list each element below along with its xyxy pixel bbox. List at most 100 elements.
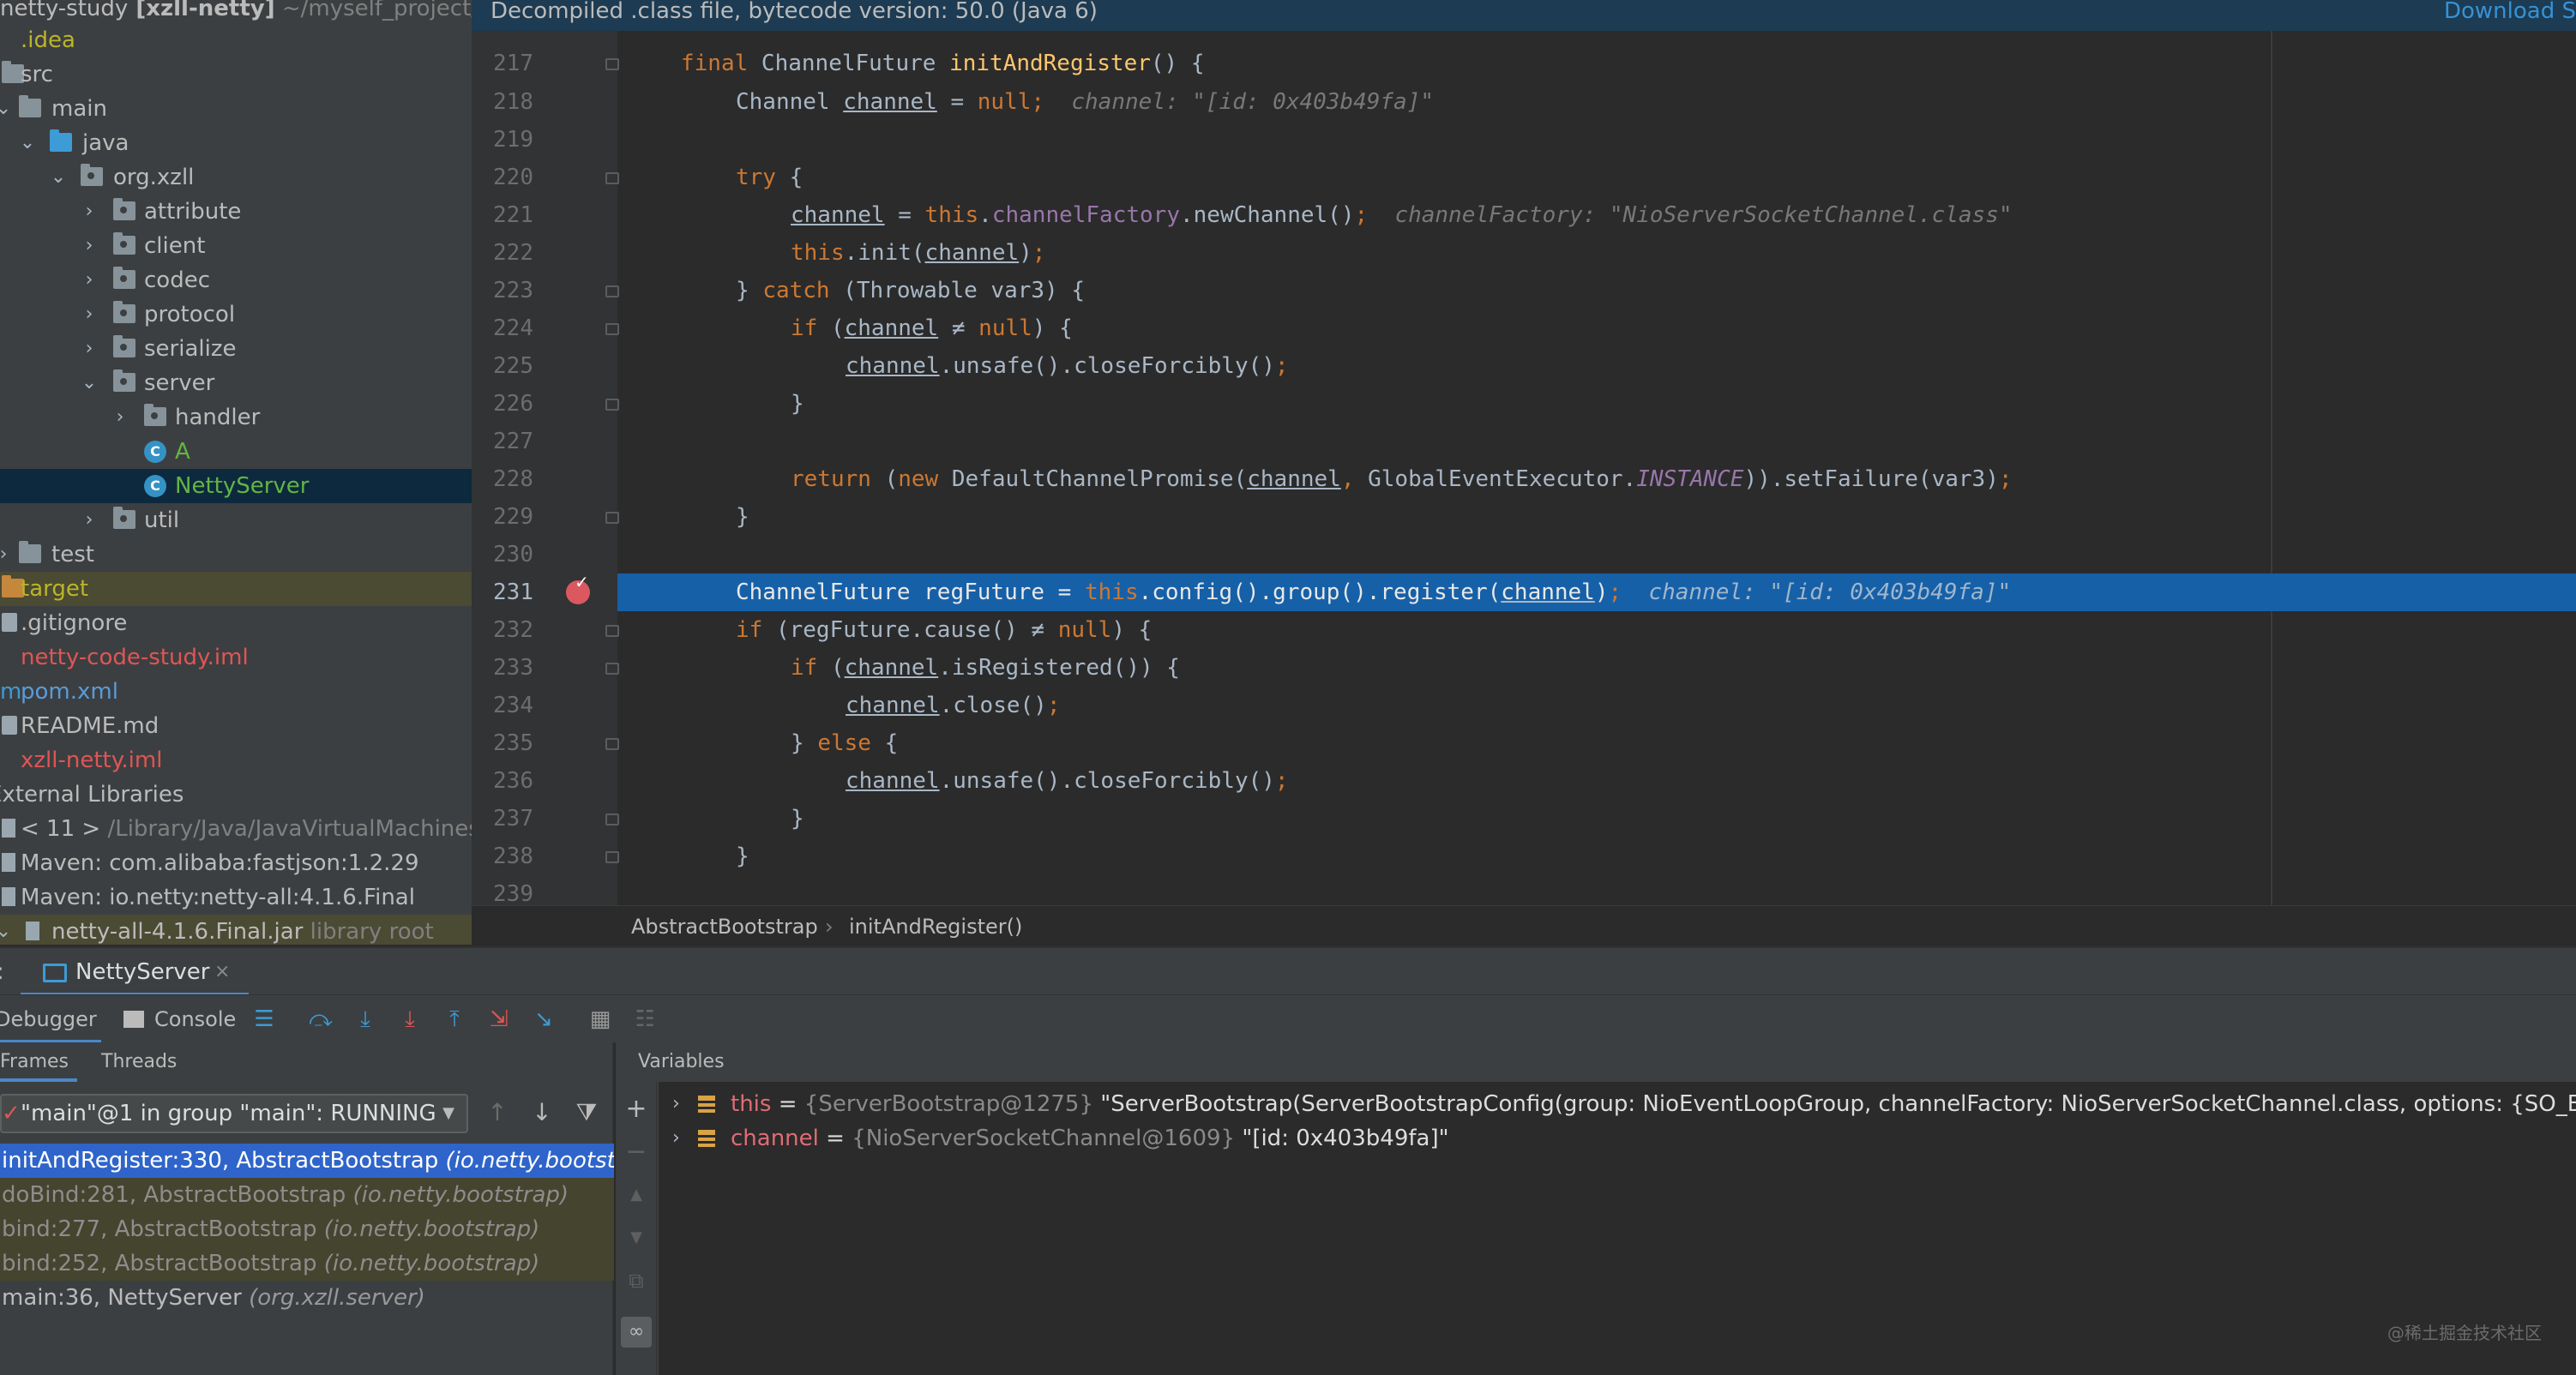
banner-text: Decompiled .class file, bytecode version…	[491, 0, 1098, 24]
tree-item-class-a[interactable]: C A	[0, 435, 472, 469]
variable-row[interactable]: › this = {ServerBootstrap@1275} "ServerB…	[659, 1087, 2576, 1121]
code-line: Channel channel = null; channel: "[id: 0…	[736, 89, 1435, 115]
drop-frame-icon[interactable]: ⇲	[484, 1004, 515, 1035]
gutter-line: 235	[472, 724, 619, 762]
tab-debugger[interactable]: Debugger	[0, 995, 101, 1043]
gutter-line: 219	[493, 127, 533, 153]
move-down-icon[interactable]: ▼	[621, 1222, 652, 1253]
gutter-line: 224	[472, 309, 619, 347]
tree-item-main[interactable]: ⌄ main	[0, 92, 472, 126]
filter-icon[interactable]: ⧩	[569, 1096, 604, 1130]
code-line: }	[736, 504, 749, 530]
chevron-right-icon[interactable]: ›	[81, 263, 98, 297]
layout-menu-icon[interactable]: ☰	[249, 1004, 280, 1035]
code-line: } else {	[791, 730, 899, 756]
tree-item-test[interactable]: › test	[0, 537, 472, 572]
class-icon: C	[144, 441, 166, 463]
close-icon[interactable]: ×	[214, 948, 230, 996]
tree-item-codec[interactable]: › codec	[0, 263, 472, 297]
tree-item-util[interactable]: › util	[0, 503, 472, 537]
chevron-right-icon[interactable]: ›	[672, 1087, 680, 1121]
tree-item-gitignore[interactable]: .gitignore	[0, 606, 472, 640]
tree-item-org-xzll[interactable]: ⌄ org.xzll	[0, 160, 472, 195]
gutter-line: 236	[493, 768, 533, 794]
gutter-line: 226	[472, 385, 619, 423]
stack-frame[interactable]: initAndRegister:330, AbstractBootstrap (…	[0, 1144, 614, 1178]
stack-frame[interactable]: bind:277, AbstractBootstrap (io.netty.bo…	[0, 1212, 614, 1246]
breadcrumb-class[interactable]: AbstractBootstrap	[631, 906, 818, 947]
stack-frame[interactable]: main:36, NettyServer (org.xzll.server)	[0, 1281, 614, 1315]
tree-item-external-libraries[interactable]: External Libraries	[0, 778, 472, 812]
evaluate-expression-icon[interactable]: ▦	[585, 1004, 616, 1035]
chevron-right-icon[interactable]: ›	[81, 297, 98, 332]
tree-item-readme[interactable]: README.md	[0, 709, 472, 743]
tree-item-xzll-netty-iml[interactable]: xzll-netty.iml	[0, 743, 472, 778]
step-out-icon[interactable]: ⤒	[439, 1004, 470, 1035]
chevron-right-icon[interactable]: ›	[0, 537, 12, 572]
copy-icon[interactable]: ⧉	[621, 1265, 652, 1296]
chevron-right-icon[interactable]: ›	[81, 229, 98, 263]
tree-item-netty-all[interactable]: Maven: io.netty:netty-all:4.1.6.Final	[0, 880, 472, 915]
code-line: try {	[736, 165, 803, 190]
variable-row[interactable]: › channel = {NioServerSocketChannel@1609…	[659, 1121, 2576, 1156]
tree-item-server[interactable]: ⌄ server	[0, 366, 472, 400]
tree-item-java[interactable]: ⌄ java	[0, 126, 472, 160]
chevron-down-icon[interactable]: ⌄	[0, 915, 12, 945]
code-line: }	[736, 844, 749, 869]
tree-item-handler[interactable]: › handler	[0, 400, 472, 435]
run-to-cursor-icon[interactable]: ↘	[528, 1004, 559, 1035]
tree-item-src[interactable]: src	[0, 57, 472, 92]
watermark: @稀土掘金技术社区	[2387, 1323, 2542, 1343]
gutter-line: 217	[472, 45, 619, 82]
step-over-icon[interactable]: ⤼	[305, 1004, 336, 1035]
chevron-right-icon[interactable]: ›	[81, 195, 98, 229]
chevron-down-icon[interactable]: ⌄	[81, 366, 98, 400]
gutter-line-current: 231	[472, 572, 617, 611]
code-line: }	[791, 391, 804, 417]
breadcrumb-method[interactable]: initAndRegister()	[849, 906, 1022, 947]
chevron-down-icon[interactable]: ⌄	[50, 160, 67, 195]
remove-watch-icon[interactable]: −	[621, 1137, 652, 1168]
tree-item-jdk[interactable]: < 11 > /Library/Java/JavaVirtualMachines…	[0, 812, 472, 846]
tab-threads[interactable]: Threads	[101, 1042, 177, 1082]
step-into-icon[interactable]: ⤓	[350, 1004, 381, 1035]
thread-selector[interactable]: ✓ "main"@1 in group "main": RUNNING ▼	[0, 1094, 468, 1133]
tree-item-pom-xml[interactable]: m pom.xml	[0, 675, 472, 709]
show-watches-icon[interactable]: ∞	[621, 1317, 652, 1348]
tree-item-netty-jar[interactable]: ⌄ netty-all-4.1.6.Final.jar library root	[0, 915, 472, 945]
tree-item-idea[interactable]: .idea	[0, 23, 472, 57]
download-sources-link[interactable]: Download S	[2444, 0, 2576, 22]
force-step-into-icon[interactable]: ⤓	[394, 1004, 425, 1035]
tree-item-protocol[interactable]: › protocol	[0, 297, 472, 332]
tree-item-project-root[interactable]: netty-study [xzll-netty] ~/myself_projec…	[0, 0, 472, 26]
chevron-right-icon[interactable]: ›	[111, 400, 129, 435]
tree-item-netty-code-study-iml[interactable]: netty-code-study.iml	[0, 640, 472, 675]
tree-item-client[interactable]: › client	[0, 229, 472, 263]
package-icon	[81, 164, 103, 186]
add-watch-icon[interactable]: +	[621, 1094, 652, 1125]
breakpoint-icon[interactable]	[566, 572, 590, 604]
trace-current-stream-icon[interactable]: ☷	[629, 1004, 660, 1035]
tree-item-class-nettyserver[interactable]: C NettyServer	[0, 469, 472, 503]
chevron-down-icon[interactable]: ⌄	[19, 126, 36, 160]
gutter-line: 222	[493, 240, 533, 266]
chevron-right-icon[interactable]: ›	[81, 503, 98, 537]
tab-frames[interactable]: Frames	[0, 1042, 77, 1082]
tree-item-attribute[interactable]: › attribute	[0, 195, 472, 229]
code-line: final ChannelFuture initAndRegister() {	[681, 51, 1205, 76]
arrow-down-icon[interactable]: ↓	[525, 1096, 559, 1130]
stack-frame[interactable]: doBind:281, AbstractBootstrap (io.netty.…	[0, 1178, 614, 1212]
tab-console[interactable]: Console	[123, 995, 244, 1043]
tree-item-target[interactable]: target	[0, 572, 472, 606]
arrow-up-icon[interactable]: ↑	[480, 1096, 515, 1130]
run-config-tab[interactable]: NettyServer ×	[21, 948, 249, 996]
code-line: if (channel ≠ null) {	[791, 315, 1073, 341]
chevron-down-icon[interactable]: ⌄	[0, 92, 12, 126]
chevron-right-icon[interactable]: ›	[81, 332, 98, 366]
stack-frame[interactable]: bind:252, AbstractBootstrap (io.netty.bo…	[0, 1246, 614, 1281]
maven-icon: m	[0, 679, 22, 705]
chevron-right-icon[interactable]: ›	[672, 1121, 680, 1156]
tree-item-serialize[interactable]: › serialize	[0, 332, 472, 366]
move-up-icon[interactable]: ▲	[621, 1180, 652, 1210]
tree-item-fastjson[interactable]: Maven: com.alibaba:fastjson:1.2.29	[0, 846, 472, 880]
